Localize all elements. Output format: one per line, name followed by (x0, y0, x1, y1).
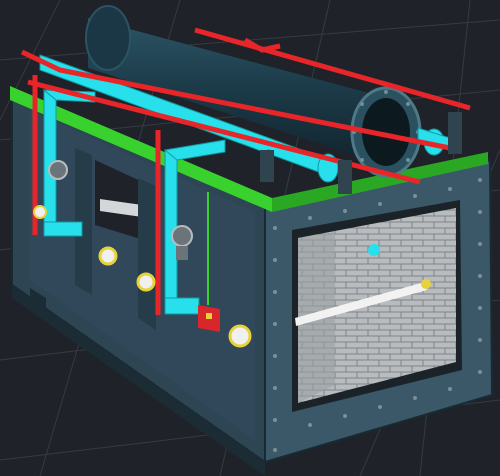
gauge-icon (136, 272, 156, 292)
gauge-icon (228, 324, 252, 348)
sight-glass-icon (368, 244, 380, 256)
switch-box[interactable] (198, 305, 220, 332)
valve-icon (48, 160, 68, 180)
gauge-icon (98, 246, 118, 266)
cad-viewport[interactable] (0, 0, 500, 476)
gauge-icon (33, 205, 47, 219)
model-canvas[interactable] (0, 0, 500, 476)
valve-left[interactable] (48, 160, 68, 180)
switch-icon (206, 313, 212, 319)
valve-icon (171, 225, 193, 247)
